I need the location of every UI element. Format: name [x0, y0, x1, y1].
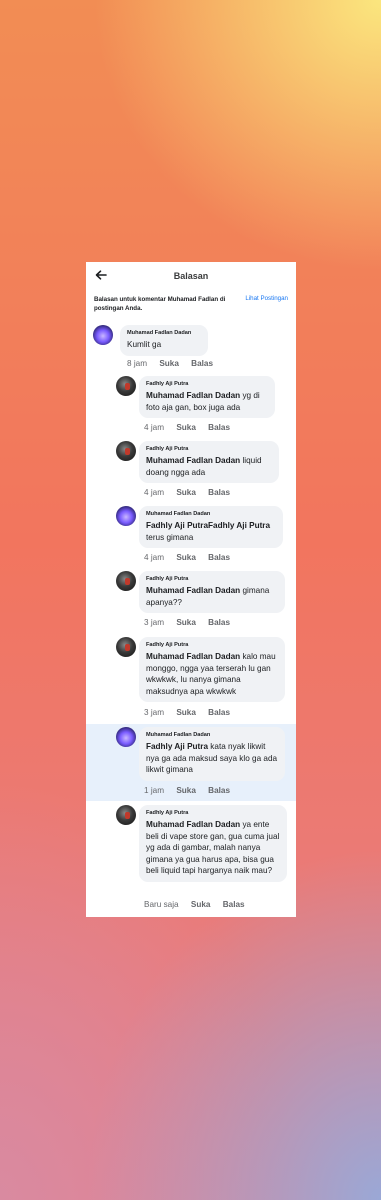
comment-mention[interactable]: Muhamad Fadlan Dadan	[146, 391, 240, 400]
comment-bubble: Fadhly Aji Putra Muhamad Fadlan Dadan ka…	[139, 637, 285, 702]
like-button[interactable]: Suka	[176, 553, 196, 562]
comment-time: 1 jam	[144, 786, 165, 795]
comment-actions: 4 jam Suka Balas	[144, 553, 240, 562]
avatar[interactable]	[93, 325, 113, 345]
avatar[interactable]	[116, 727, 136, 747]
comment-author[interactable]: Fadhly Aji Putra	[146, 446, 272, 452]
like-button[interactable]: Suka	[176, 786, 196, 795]
reply-button[interactable]: Balas	[208, 488, 230, 497]
comment-actions: Baru saja Suka Balas	[144, 900, 255, 909]
comment-time: 3 jam	[144, 618, 165, 627]
comment-author[interactable]: Fadhly Aji Putra	[146, 810, 280, 816]
like-button[interactable]: Suka	[176, 618, 196, 627]
comment-mention[interactable]: Muhamad Fadlan Dadan	[146, 456, 240, 465]
avatar[interactable]	[116, 376, 136, 396]
comment-item: Fadhly Aji Putra Muhamad Fadlan Dadan gi…	[86, 569, 296, 633]
comment-time: 4 jam	[144, 488, 165, 497]
avatar[interactable]	[116, 441, 136, 461]
comment-item: Muhamad Fadlan Dadan Fadhly Aji PutraFad…	[86, 504, 296, 568]
like-button[interactable]: Suka	[176, 488, 196, 497]
comment-actions: 8 jam Suka Balas	[127, 359, 223, 368]
avatar[interactable]	[116, 637, 136, 657]
avatar[interactable]	[116, 805, 136, 825]
comment-item: Fadhly Aji Putra Muhamad Fadlan Dadan ka…	[86, 635, 296, 723]
top-bar: Balasan	[86, 262, 296, 289]
like-button[interactable]: Suka	[159, 359, 179, 368]
reply-info-text: Balasan untuk komentar Muhamad Fadlan di…	[94, 296, 226, 312]
comment-body: terus gimana	[146, 532, 194, 542]
comment-actions: 4 jam Suka Balas	[144, 423, 240, 432]
comment-text: Muhamad Fadlan Dadan gimana apanya??	[146, 585, 278, 608]
comment-author[interactable]: Fadhly Aji Putra	[146, 576, 278, 582]
reply-button[interactable]: Balas	[223, 900, 245, 909]
comment-body: Kumlit ga	[127, 340, 162, 349]
avatar[interactable]	[116, 506, 136, 526]
comment-item: Muhamad Fadlan Dadan Kumlit ga 8 jam Suk…	[86, 316, 296, 374]
reply-button[interactable]: Balas	[208, 423, 230, 432]
comment-time: 4 jam	[144, 553, 165, 562]
comment-text: Muhamad Fadlan Dadan ya ente beli di vap…	[146, 819, 280, 877]
page-title: Balasan	[173, 271, 209, 281]
comment-mention[interactable]: Fadhly Aji Putra	[146, 742, 208, 751]
comment-author[interactable]: Fadhly Aji Putra	[146, 642, 278, 648]
comment-actions: 4 jam Suka Balas	[144, 488, 240, 497]
replies-panel: Balasan Balasan untuk komentar Muhamad F…	[86, 262, 296, 917]
comment-bubble: Fadhly Aji Putra Muhamad Fadlan Dadan ya…	[139, 805, 287, 882]
comment-author[interactable]: Muhamad Fadlan Dadan	[127, 330, 201, 336]
comment-text: Fadhly Aji Putra kata nyak likwit nya ga…	[146, 741, 278, 776]
comment-mention[interactable]: Muhamad Fadlan Dadan	[146, 586, 240, 595]
comment-item: Fadhly Aji Putra Muhamad Fadlan Dadan ya…	[86, 802, 296, 912]
avatar[interactable]	[116, 571, 136, 591]
comment-author[interactable]: Muhamad Fadlan Dadan	[146, 732, 278, 738]
reply-button[interactable]: Balas	[208, 708, 230, 717]
comment-time: 4 jam	[144, 423, 165, 432]
comment-author[interactable]: Muhamad Fadlan Dadan	[146, 511, 276, 517]
comment-item-highlighted: Muhamad Fadlan Dadan Fadhly Aji Putra ka…	[86, 724, 296, 801]
like-button[interactable]: Suka	[191, 900, 211, 909]
comment-bubble: Muhamad Fadlan Dadan Kumlit ga	[120, 325, 208, 356]
like-button[interactable]: Suka	[176, 423, 196, 432]
comment-actions: 3 jam Suka Balas	[144, 618, 240, 627]
comment-text: Fadhly Aji PutraFadhly Aji Putra terus g…	[146, 520, 276, 543]
view-post-link[interactable]: Lihat Postingan	[245, 295, 288, 302]
comment-mention[interactable]: Muhamad Fadlan Dadan	[146, 652, 240, 661]
comment-author[interactable]: Fadhly Aji Putra	[146, 381, 268, 387]
reply-button[interactable]: Balas	[208, 553, 230, 562]
comment-bubble: Muhamad Fadlan Dadan Fadhly Aji PutraFad…	[139, 506, 283, 548]
comment-text: Muhamad Fadlan Dadan yg di foto aja gan,…	[146, 390, 268, 413]
comment-bubble: Fadhly Aji Putra Muhamad Fadlan Dadan yg…	[139, 376, 275, 418]
comment-mention[interactable]: Muhamad Fadlan Dadan	[146, 820, 240, 829]
comment-text: Muhamad Fadlan Dadan kalo mau monggo, ng…	[146, 651, 278, 697]
comment-bubble: Muhamad Fadlan Dadan Fadhly Aji Putra ka…	[139, 727, 285, 781]
comment-time: 8 jam	[127, 359, 148, 368]
comment-item: Fadhly Aji Putra Muhamad Fadlan Dadan li…	[86, 439, 296, 503]
comment-actions: 1 jam Suka Balas	[144, 786, 240, 795]
like-button[interactable]: Suka	[176, 708, 196, 717]
comment-text: Muhamad Fadlan Dadan liquid doang ngga a…	[146, 455, 272, 478]
reply-button[interactable]: Balas	[208, 786, 230, 795]
comment-time: 3 jam	[144, 708, 165, 717]
comment-time: Baru saja	[144, 900, 179, 909]
comment-actions: 3 jam Suka Balas	[144, 708, 240, 717]
comment-text: Kumlit ga	[127, 339, 201, 351]
comment-bubble: Fadhly Aji Putra Muhamad Fadlan Dadan li…	[139, 441, 279, 483]
comment-item: Fadhly Aji Putra Muhamad Fadlan Dadan yg…	[86, 374, 296, 438]
reply-button[interactable]: Balas	[208, 618, 230, 627]
comment-mention[interactable]: Fadhly Aji PutraFadhly Aji Putra	[146, 521, 270, 530]
reply-button[interactable]: Balas	[191, 359, 213, 368]
comment-bubble: Fadhly Aji Putra Muhamad Fadlan Dadan gi…	[139, 571, 285, 613]
